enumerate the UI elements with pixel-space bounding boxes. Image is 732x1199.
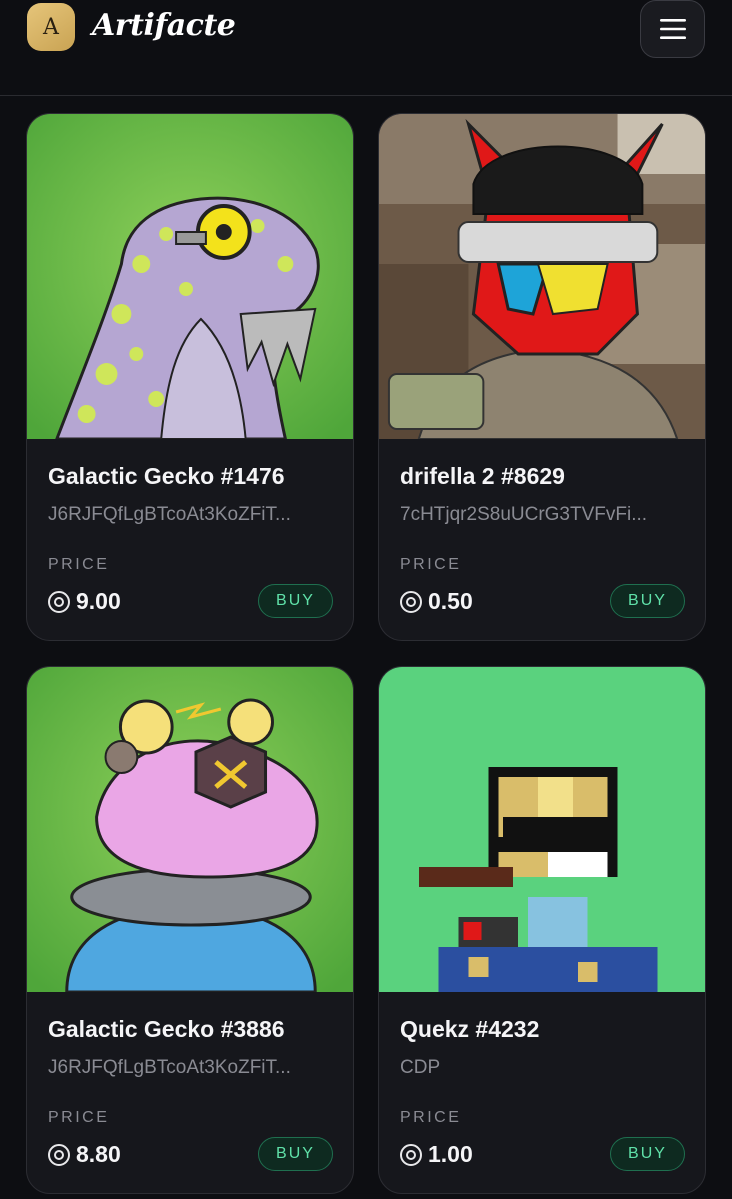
sol-coin-icon xyxy=(48,590,70,613)
nft-image-gecko-pink[interactable] xyxy=(27,667,353,992)
sol-coin-icon xyxy=(48,1143,70,1166)
nft-collection-address: 7cHTjqr2S8uUCrG3TVFvFi... xyxy=(400,504,648,525)
nft-card[interactable]: drifella 2 #8629 7cHTjqr2S8uUCrG3TVFvFi.… xyxy=(378,113,706,641)
nft-image-gecko-purple[interactable] xyxy=(27,114,353,439)
nft-title[interactable]: Quekz #4232 xyxy=(400,1016,539,1043)
price-label: PRICE xyxy=(400,1109,462,1126)
sol-coin-icon xyxy=(400,1143,422,1166)
nft-price: 1.00 xyxy=(400,1141,473,1168)
buy-button[interactable]: BUY xyxy=(258,584,333,618)
nft-image-red-creature[interactable] xyxy=(379,114,705,439)
nft-price-value: 0.50 xyxy=(428,588,473,614)
nft-price: 8.80 xyxy=(48,1141,121,1168)
nft-price: 0.50 xyxy=(400,588,473,615)
nft-price: 9.00 xyxy=(48,588,121,615)
buy-button[interactable]: BUY xyxy=(258,1137,333,1171)
price-label: PRICE xyxy=(400,556,462,573)
nft-collection-address: J6RJFQfLgBTcoAt3KoZFiT... xyxy=(48,504,291,525)
nft-card[interactable]: Galactic Gecko #1476 J6RJFQfLgBTcoAt3KoZ… xyxy=(26,113,354,641)
buy-button[interactable]: BUY xyxy=(610,1137,685,1171)
nft-collection-address: CDP xyxy=(400,1057,441,1078)
nft-card[interactable]: Galactic Gecko #3886 J6RJFQfLgBTcoAt3KoZ… xyxy=(26,666,354,1194)
nft-card[interactable]: Quekz #4232 CDP PRICE 1.00 BUY xyxy=(378,666,706,1194)
nft-collection-address: J6RJFQfLgBTcoAt3KoZFiT... xyxy=(48,1057,291,1078)
nft-title[interactable]: drifella 2 #8629 xyxy=(400,463,565,490)
nft-title[interactable]: Galactic Gecko #3886 xyxy=(48,1016,285,1043)
price-label: PRICE xyxy=(48,1109,110,1126)
nft-title[interactable]: Galactic Gecko #1476 xyxy=(48,463,285,490)
nft-price-value: 1.00 xyxy=(428,1141,473,1167)
nft-image-pixel-duck[interactable] xyxy=(379,667,705,992)
buy-button[interactable]: BUY xyxy=(610,584,685,618)
nft-price-value: 8.80 xyxy=(76,1141,121,1167)
nft-grid: Galactic Gecko #1476 J6RJFQfLgBTcoAt3KoZ… xyxy=(0,0,732,1199)
nft-price-value: 9.00 xyxy=(76,588,121,614)
sol-coin-icon xyxy=(400,590,422,613)
price-label: PRICE xyxy=(48,556,110,573)
